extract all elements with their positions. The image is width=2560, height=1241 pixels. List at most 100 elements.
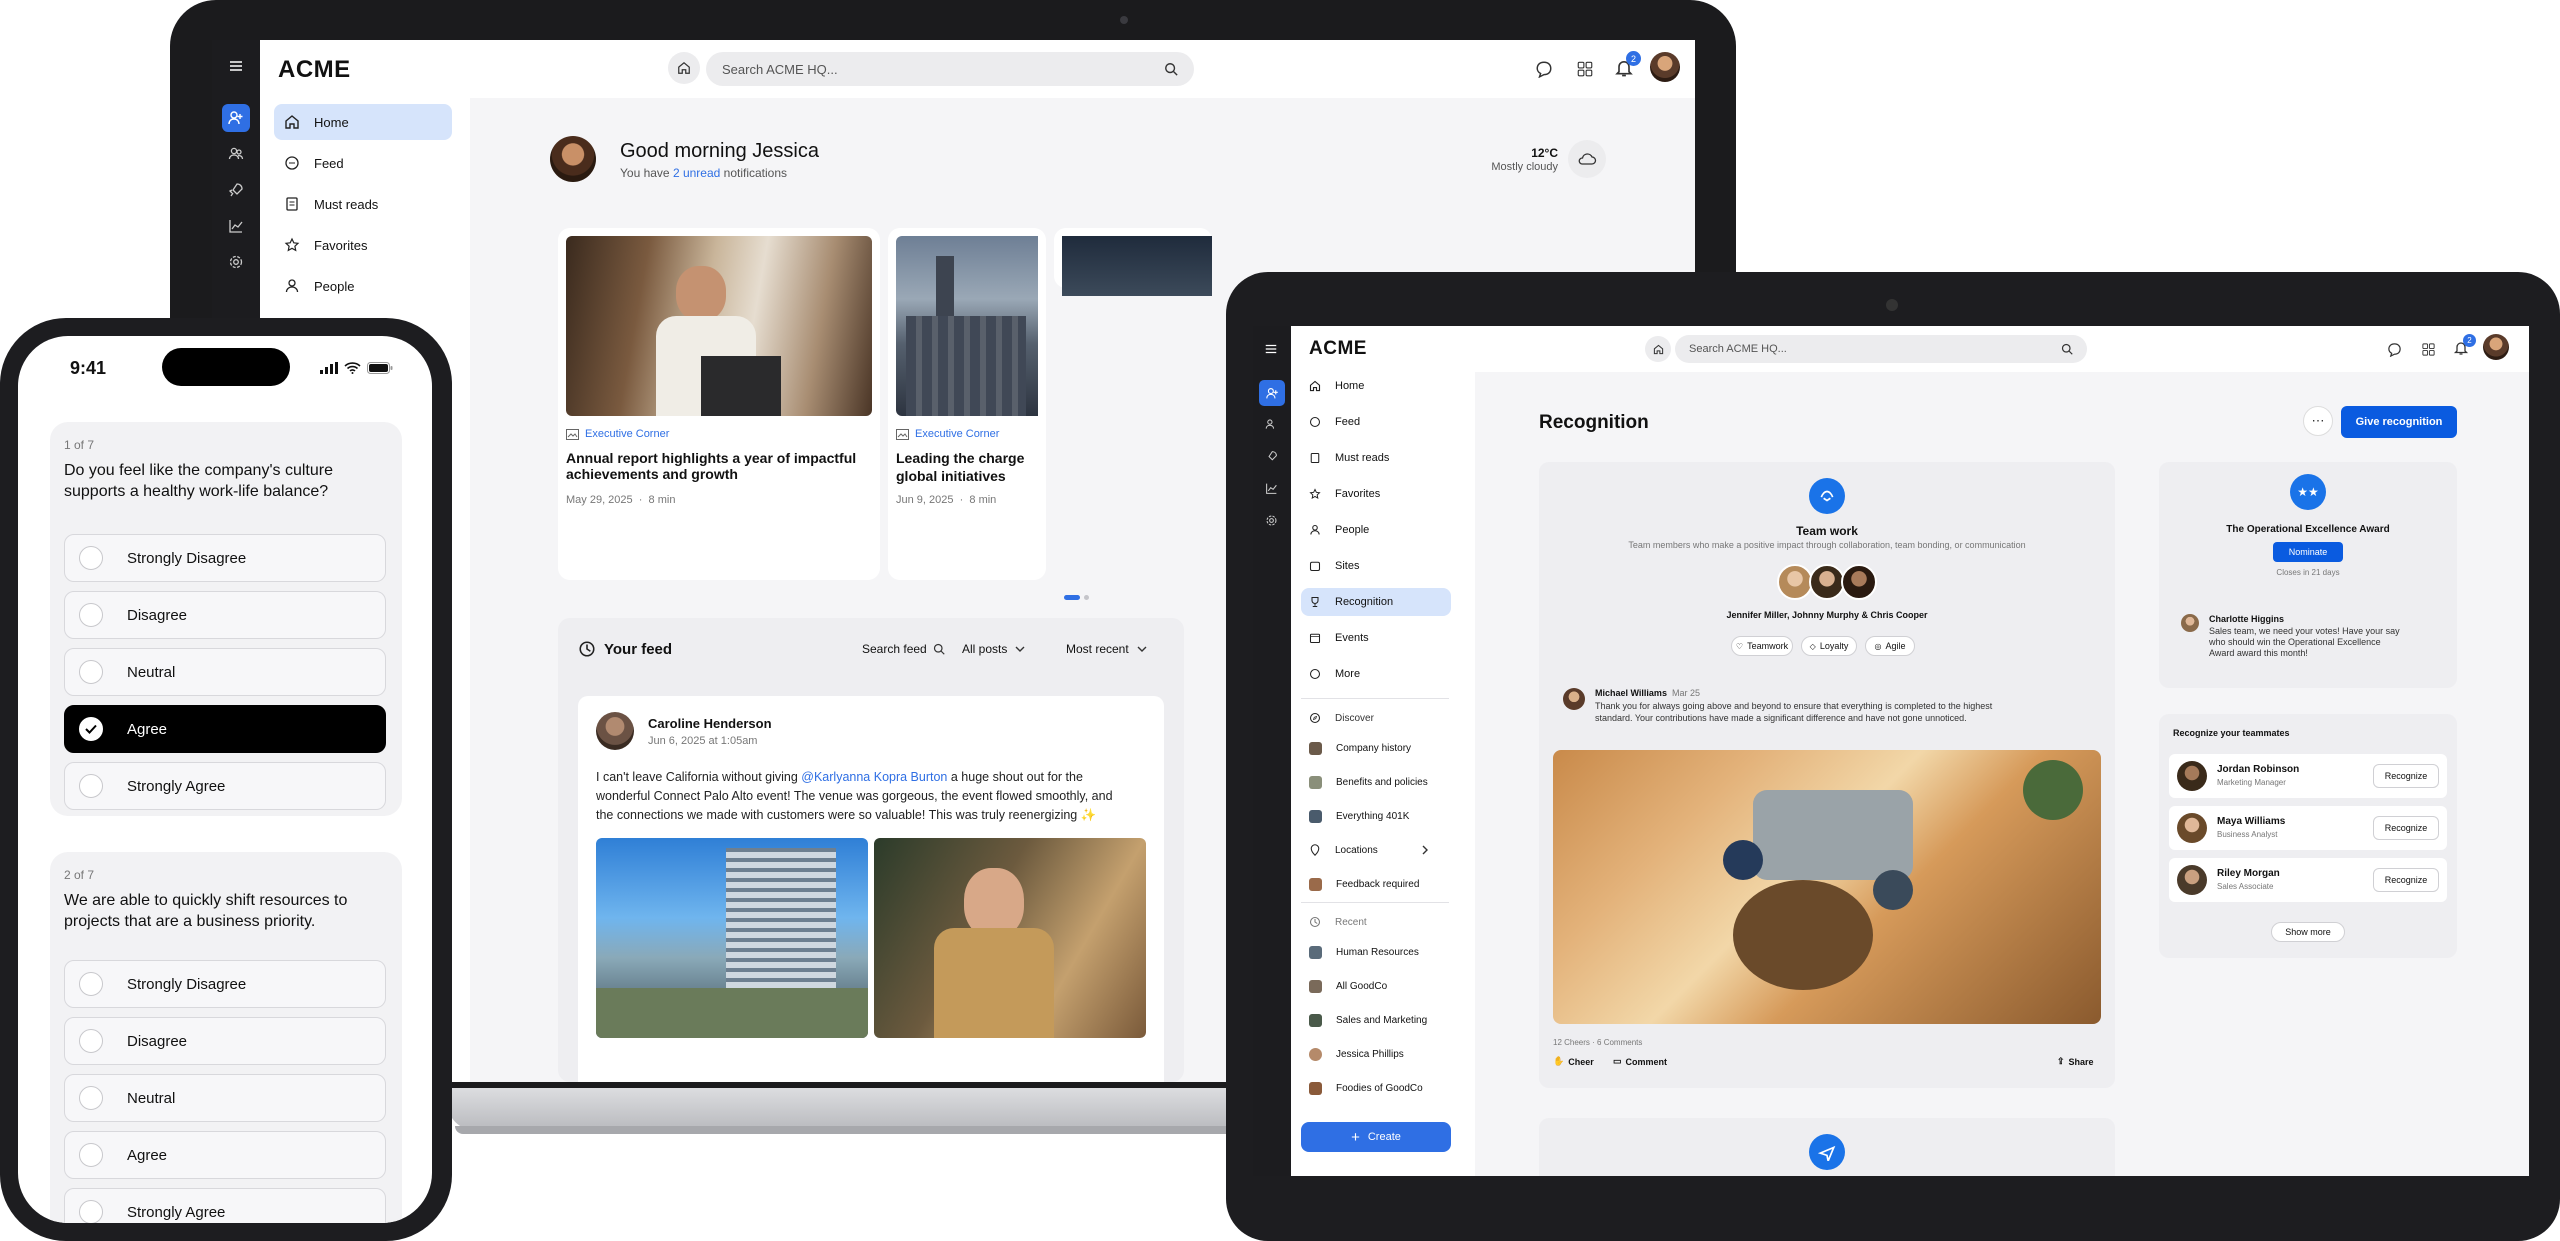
option-strongly-disagree[interactable]: Strongly Disagree — [64, 960, 386, 1008]
post-author-avatar[interactable] — [596, 712, 634, 750]
avatar[interactable] — [1650, 52, 1680, 82]
home-button[interactable] — [1645, 336, 1671, 362]
author-name[interactable]: Charlotte Higgins — [2209, 614, 2284, 624]
rocket-icon[interactable] — [222, 176, 250, 204]
chat-icon[interactable] — [1535, 60, 1553, 78]
author-avatar[interactable] — [1563, 688, 1585, 710]
nav-people[interactable]: People — [1301, 516, 1451, 544]
search-input[interactable]: Search ACME HQ... — [1675, 335, 2087, 363]
nav-discover[interactable]: Discover — [1301, 706, 1451, 730]
nav-more[interactable]: More — [1301, 660, 1451, 688]
nav-401k[interactable]: Everything 401K — [1301, 804, 1451, 828]
apps-grid-icon[interactable] — [2421, 342, 2436, 357]
option-strongly-agree[interactable]: Strongly Agree — [64, 762, 386, 810]
option-neutral[interactable]: Neutral — [64, 1074, 386, 1122]
tag-loyalty[interactable]: ◇ Loyalty — [1801, 636, 1857, 656]
nav-events[interactable]: Events — [1301, 624, 1451, 652]
chart-icon[interactable] — [1265, 482, 1278, 495]
nav-feed[interactable]: Feed — [274, 145, 452, 181]
settings-icon[interactable] — [1265, 514, 1278, 527]
user-add-icon[interactable] — [222, 104, 250, 132]
author-avatar[interactable] — [2181, 614, 2199, 632]
settings-icon[interactable] — [222, 248, 250, 276]
avatar[interactable] — [2483, 334, 2509, 360]
people-icon[interactable] — [1265, 418, 1278, 431]
option-strongly-disagree[interactable]: Strongly Disagree — [64, 534, 386, 582]
nav-recent-sales[interactable]: Sales and Marketing — [1301, 1008, 1451, 1032]
nav-company-history[interactable]: Company history — [1301, 736, 1451, 760]
search-input[interactable]: Search ACME HQ... — [706, 52, 1194, 86]
nominate-button[interactable]: Nominate — [2273, 542, 2343, 562]
post-image-woman[interactable] — [874, 838, 1146, 1038]
chart-icon[interactable] — [222, 212, 250, 240]
nav-home[interactable]: Home — [1301, 372, 1451, 400]
tag-teamwork[interactable]: ♡ Teamwork — [1731, 636, 1793, 656]
option-disagree[interactable]: Disagree — [64, 1017, 386, 1065]
user-add-button[interactable] — [1259, 380, 1285, 406]
chat-icon[interactable] — [2387, 342, 2402, 357]
post-author[interactable]: Caroline Henderson — [648, 716, 772, 731]
create-button[interactable]: + Create — [1301, 1122, 1451, 1152]
option-neutral[interactable]: Neutral — [64, 648, 386, 696]
notifications-button[interactable]: 2 — [2453, 334, 2476, 356]
nav-recent-hr[interactable]: Human Resources — [1301, 940, 1451, 964]
news-card[interactable]: Executive Corner Annual report highlight… — [558, 228, 880, 580]
nav-recent-jessica[interactable]: Jessica Phillips — [1301, 1042, 1451, 1066]
filter-dropdown[interactable]: All posts — [962, 642, 1025, 656]
recognize-button[interactable]: Recognize — [2373, 868, 2439, 892]
nav-home[interactable]: Home — [274, 104, 452, 140]
show-more-button[interactable]: Show more — [2271, 922, 2345, 942]
teammate-row[interactable]: Riley Morgan Sales Associate Recognize — [2169, 858, 2447, 902]
teammate-row[interactable]: Maya Williams Business Analyst Recognize — [2169, 806, 2447, 850]
apps-grid-icon[interactable] — [1576, 60, 1594, 78]
option-agree[interactable]: Agree — [64, 705, 386, 753]
sort-dropdown[interactable]: Most recent — [1066, 642, 1147, 656]
nav-locations[interactable]: Locations — [1301, 838, 1451, 862]
option-agree[interactable]: Agree — [64, 1131, 386, 1179]
nav-sites[interactable]: Sites — [1301, 552, 1451, 580]
option-disagree[interactable]: Disagree — [64, 591, 386, 639]
search-feed-button[interactable]: Search feed — [862, 642, 945, 656]
home-button[interactable] — [668, 52, 700, 84]
recipient-names[interactable]: Jennifer Miller, Johnny Murphy & Chris C… — [1539, 610, 2115, 620]
nav-feedback[interactable]: Feedback required — [1301, 872, 1451, 896]
nav-recognition[interactable]: Recognition — [1301, 588, 1451, 616]
news-card[interactable]: Executive Corner Leading the charge glob… — [888, 228, 1046, 580]
carousel-dot-active[interactable] — [1064, 595, 1080, 600]
notifications-button[interactable]: 2 — [1614, 51, 1641, 78]
rocket-icon[interactable] — [1265, 450, 1278, 463]
nav-favorites[interactable]: Favorites — [274, 227, 452, 263]
news-card-partial[interactable] — [1054, 228, 1212, 296]
nav-people[interactable]: People — [274, 268, 452, 304]
nav-benefits[interactable]: Benefits and policies — [1301, 770, 1451, 794]
give-recognition-button[interactable]: Give recognition — [2341, 406, 2457, 438]
post-image-building[interactable] — [596, 838, 868, 1038]
recognize-button[interactable]: Recognize — [2373, 764, 2439, 788]
recognize-button[interactable]: Recognize — [2373, 816, 2439, 840]
weather-button[interactable] — [1568, 140, 1606, 178]
nav-favorites[interactable]: Favorites — [1301, 480, 1451, 508]
app-logo[interactable]: ACME — [278, 56, 351, 84]
cheer-button[interactable]: ✋ Cheer — [1553, 1056, 1594, 1067]
teammate-row[interactable]: Jordan Robinson Marketing Manager Recogn… — [2169, 754, 2447, 798]
share-button[interactable]: ⇪ Share — [2057, 1056, 2094, 1067]
nav-recent-foodies[interactable]: Foodies of GoodCo — [1301, 1076, 1451, 1100]
nav-recent-goodco[interactable]: All GoodCo — [1301, 974, 1451, 998]
recognition-photo[interactable] — [1553, 750, 2101, 1024]
menu-icon[interactable] — [222, 52, 250, 80]
people-icon[interactable] — [222, 140, 250, 168]
nav-must-reads[interactable]: Must reads — [1301, 444, 1451, 472]
more-options-icon[interactable]: ⋯ — [2303, 406, 2333, 436]
message-author[interactable]: Michael Williams — [1595, 688, 1667, 698]
carousel-dot[interactable] — [1084, 595, 1089, 600]
post-mention[interactable]: @Karlyanna Kopra Burton — [801, 770, 947, 784]
tag-agile[interactable]: ◎ Agile — [1865, 636, 1915, 656]
nav-feed[interactable]: Feed — [1301, 408, 1451, 436]
app-logo[interactable]: ACME — [1309, 338, 1367, 360]
comment-button[interactable]: ▭ Comment — [1613, 1056, 1667, 1067]
option-strongly-agree[interactable]: Strongly Agree — [64, 1188, 386, 1223]
menu-icon[interactable] — [1264, 342, 1278, 356]
unread-link[interactable]: 2 unread — [673, 166, 720, 180]
nav-must-reads[interactable]: Must reads — [274, 186, 452, 222]
feed-post[interactable]: Caroline Henderson Jun 6, 2025 at 1:05am… — [578, 696, 1164, 1082]
